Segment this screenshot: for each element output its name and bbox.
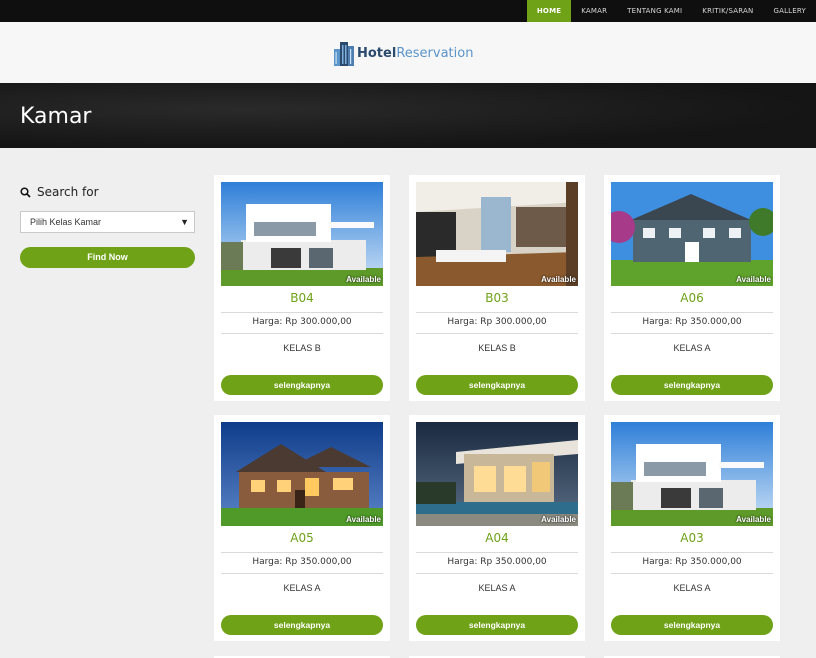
- room-code: A04: [485, 531, 509, 545]
- site-logo[interactable]: HotelReservation: [333, 40, 473, 66]
- divider: [611, 573, 773, 574]
- room-card: Available A05 Harga: Rp 350.000,00 KELAS…: [214, 415, 390, 641]
- availability-badge: Available: [736, 275, 771, 284]
- divider: [611, 312, 773, 313]
- building-icon: [334, 42, 354, 66]
- details-button[interactable]: selengkapnya: [611, 615, 773, 635]
- room-card: Available A03 Harga: Rp 350.000,00 KELAS…: [604, 415, 780, 641]
- room-code: B03: [485, 291, 509, 305]
- divider: [221, 333, 383, 334]
- nav-home[interactable]: HOME: [526, 0, 572, 22]
- room-class-select[interactable]: Pilih Kelas Kamar ▼: [20, 211, 195, 233]
- details-button[interactable]: selengkapnya: [416, 615, 578, 635]
- availability-badge: Available: [346, 275, 381, 284]
- details-button[interactable]: selengkapnya: [221, 375, 383, 395]
- details-button[interactable]: selengkapnya: [221, 615, 383, 635]
- nav-gallery[interactable]: GALLERY: [763, 0, 816, 22]
- search-icon: [20, 186, 31, 198]
- divider: [221, 552, 383, 553]
- room-image[interactable]: Available: [221, 422, 383, 526]
- room-class-select-value: Pilih Kelas Kamar: [30, 217, 102, 227]
- divider: [611, 333, 773, 334]
- room-code: A03: [680, 531, 704, 545]
- room-price: Harga: Rp 350.000,00: [252, 557, 352, 567]
- room-price: Harga: Rp 300.000,00: [447, 317, 547, 327]
- room-price: Harga: Rp 350.000,00: [447, 557, 547, 567]
- divider: [416, 573, 578, 574]
- find-now-button[interactable]: Find Now: [20, 247, 195, 268]
- nav-tentang-kami[interactable]: TENTANG KAMI: [617, 0, 692, 22]
- search-label: Search for: [37, 185, 99, 199]
- divider: [221, 312, 383, 313]
- room-image[interactable]: Available: [416, 422, 578, 526]
- top-navbar: HOME KAMAR TENTANG KAMI KRITIK/SARAN GAL…: [0, 0, 816, 22]
- divider: [416, 312, 578, 313]
- room-class: KELAS A: [673, 583, 711, 593]
- divider: [221, 573, 383, 574]
- divider: [611, 552, 773, 553]
- room-image[interactable]: Available: [611, 182, 773, 286]
- room-card: Available B03 Harga: Rp 300.000,00 KELAS…: [409, 175, 585, 401]
- logo-text-reservation: Reservation: [396, 45, 474, 61]
- divider: [416, 552, 578, 553]
- room-class: KELAS A: [283, 583, 321, 593]
- room-price: Harga: Rp 350.000,00: [642, 317, 742, 327]
- divider: [416, 333, 578, 334]
- caret-down-icon: ▼: [180, 217, 189, 227]
- site-header: HotelReservation: [0, 22, 816, 83]
- room-price: Harga: Rp 350.000,00: [642, 557, 742, 567]
- logo-text: HotelReservation: [357, 46, 473, 61]
- room-class: KELAS B: [283, 343, 321, 353]
- details-button[interactable]: selengkapnya: [416, 375, 578, 395]
- room-image[interactable]: Available: [416, 182, 578, 286]
- page-banner: Kamar: [0, 83, 816, 148]
- nav-kritik-saran[interactable]: KRITIK/SARAN: [692, 0, 763, 22]
- search-heading: Search for: [20, 185, 99, 199]
- room-class: KELAS A: [478, 583, 516, 593]
- room-card: Available B04 Harga: Rp 300.000,00 KELAS…: [214, 175, 390, 401]
- room-code: B04: [290, 291, 314, 305]
- logo-text-hotel: Hotel: [357, 45, 397, 61]
- page-title: Kamar: [20, 104, 92, 129]
- details-button[interactable]: selengkapnya: [611, 375, 773, 395]
- availability-badge: Available: [346, 515, 381, 524]
- main-nav: HOME KAMAR TENTANG KAMI KRITIK/SARAN GAL…: [526, 0, 816, 22]
- room-code: A06: [680, 291, 704, 305]
- room-class: KELAS B: [478, 343, 516, 353]
- nav-kamar[interactable]: KAMAR: [571, 0, 617, 22]
- room-price: Harga: Rp 300.000,00: [252, 317, 352, 327]
- room-image[interactable]: Available: [611, 422, 773, 526]
- room-image[interactable]: Available: [221, 182, 383, 286]
- room-card: Available A04 Harga: Rp 350.000,00 KELAS…: [409, 415, 585, 641]
- availability-badge: Available: [541, 275, 576, 284]
- room-card: Available A06 Harga: Rp 350.000,00 KELAS…: [604, 175, 780, 401]
- room-code: A05: [290, 531, 314, 545]
- room-class: KELAS A: [673, 343, 711, 353]
- availability-badge: Available: [736, 515, 771, 524]
- availability-badge: Available: [541, 515, 576, 524]
